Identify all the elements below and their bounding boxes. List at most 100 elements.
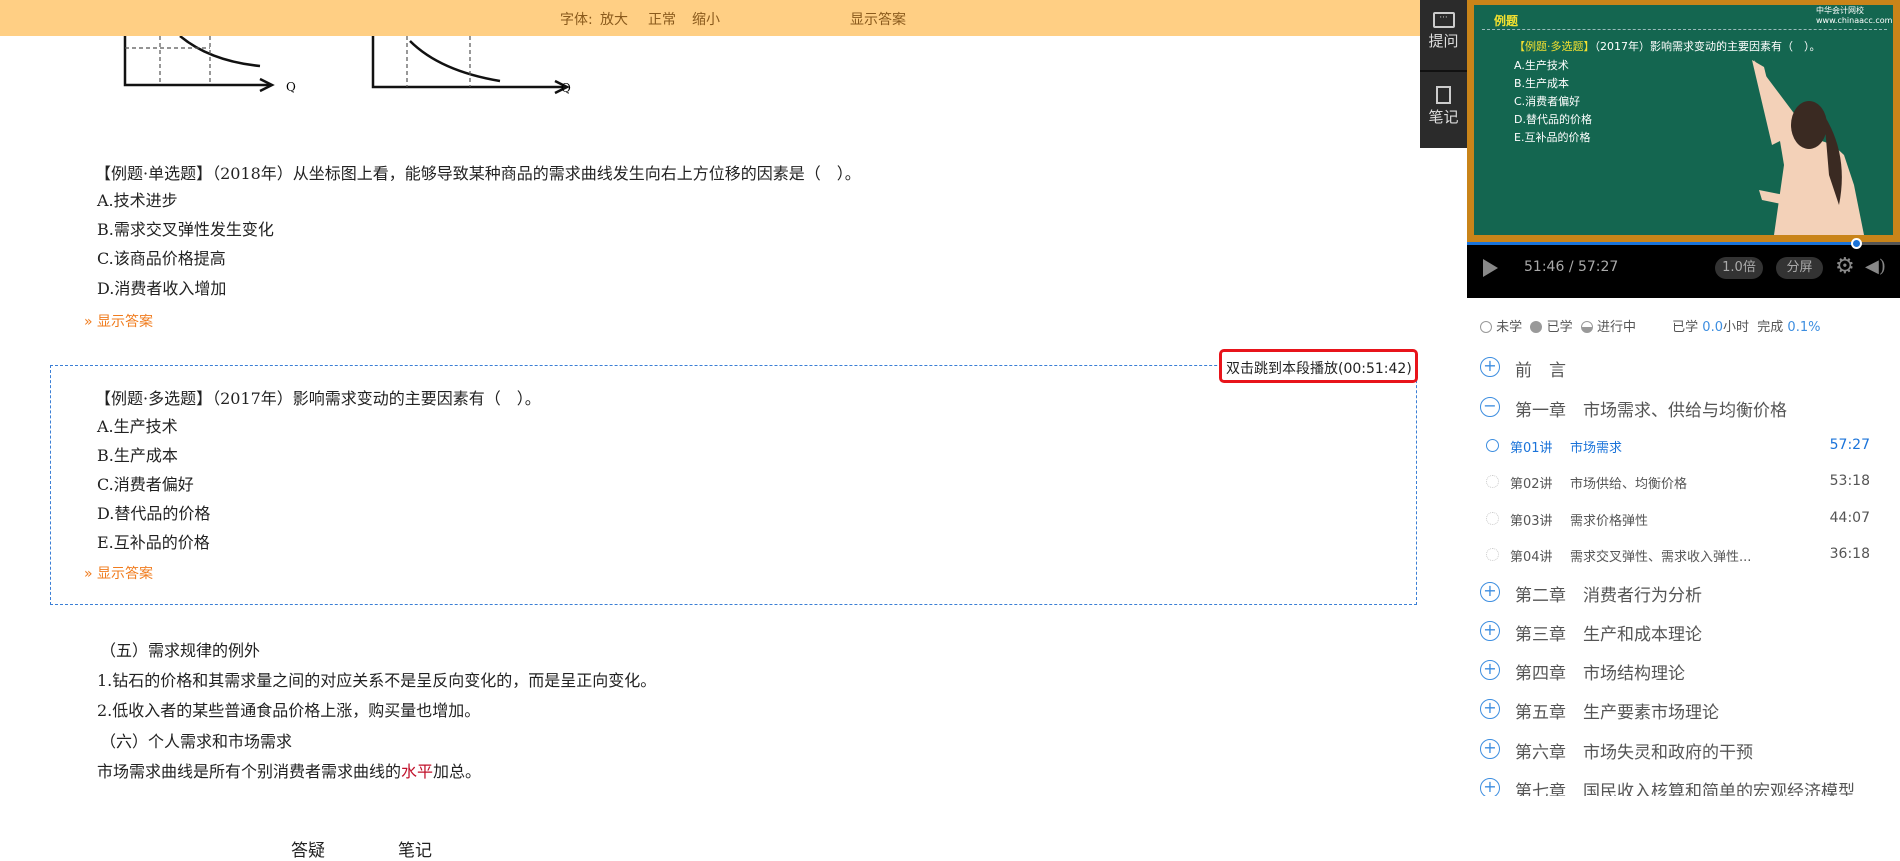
logo-text: 中华会计网校 <box>1816 6 1864 15</box>
tree-item-chapter[interactable]: 第六章 市场失灵和政府的干预 <box>1515 738 1753 763</box>
tree-item-chapter[interactable]: 第七章 国民收入核算和简单的宏观经济模型 <box>1515 777 1855 796</box>
volume-icon[interactable]: ◀) <box>1865 256 1886 277</box>
progress-legend: 未学 已学 进行中 已学 0.0小时 完成 0.1% <box>1480 316 1820 335</box>
tree-item-chapter[interactable]: 第二章 消费者行为分析 <box>1515 581 1702 606</box>
demand-graphs: Q Q <box>123 36 571 95</box>
ask-button[interactable]: ··· 提问 <box>1420 0 1467 72</box>
option: B.需求交叉弹性发生变化 <box>97 220 274 239</box>
play-icon[interactable] <box>1483 259 1498 277</box>
teacher-figure <box>1752 60 1864 235</box>
lecture-name: 市场需求 <box>1570 441 1623 456</box>
board-option: E.互补品的价格 <box>1514 131 1591 144</box>
notebook-icon <box>1436 86 1451 104</box>
text: 加总。 <box>433 762 482 781</box>
expand-icon[interactable]: + <box>1480 357 1500 377</box>
not-learned-icon <box>1486 475 1499 488</box>
expand-icon[interactable]: + <box>1480 699 1500 719</box>
option: C.消费者偏好 <box>97 475 194 494</box>
lecture-number: 第04讲 <box>1510 550 1553 565</box>
blackboard: 例题 中华会计网校 www.chinaacc.com 【例题·多选题】（2017年… <box>1474 5 1893 235</box>
studied-hours: 0.0 <box>1702 320 1723 335</box>
side-toolbar: ··· 提问 笔记 <box>1420 0 1467 148</box>
section-heading: （六）个人需求和市场需求 <box>100 732 293 751</box>
tree-item-chapter[interactable]: 第五章 生产要素市场理论 <box>1515 698 1719 723</box>
tree-item-chapter-1[interactable]: 第一章 市场需求、供给与均衡价格 <box>1515 396 1787 421</box>
option: D.消费者收入增加 <box>97 279 227 298</box>
expand-icon[interactable]: + <box>1480 660 1500 680</box>
tab-qa[interactable]: 答疑 <box>291 836 325 861</box>
question-title: 【例题·单选题】（2018年）从坐标图上看，能够导致某种商品的需求曲线发生向右上… <box>95 164 861 183</box>
lecture-item[interactable]: 第01讲 市场需求 57:27 <box>1510 437 1870 456</box>
section-text: 市场需求曲线是所有个别消费者需求曲线的水平加总。 <box>97 758 481 782</box>
lecture-number: 第02讲 <box>1510 477 1553 492</box>
in-progress-icon <box>1486 439 1499 452</box>
lecture-duration: 44:07 <box>1829 510 1870 526</box>
notes-button[interactable]: 笔记 <box>1420 74 1467 146</box>
lecture-number: 第01讲 <box>1510 441 1553 456</box>
collapse-icon[interactable]: − <box>1480 397 1500 417</box>
show-answer-link[interactable]: » 显示答案 <box>84 311 153 331</box>
lecture-duration: 53:18 <box>1829 473 1870 489</box>
show-all-answers-button[interactable]: 显示答案 <box>850 9 906 29</box>
board-title-tag: 【例题·多选题】 <box>1514 40 1595 53</box>
gear-icon[interactable]: ⚙ <box>1835 254 1855 279</box>
text: 市场需求曲线是所有个别消费者需求曲线的 <box>97 762 402 781</box>
lecture-duration: 57:27 <box>1829 437 1870 453</box>
board-option: B.生产成本 <box>1514 77 1570 90</box>
font-enlarge-button[interactable]: 放大 <box>600 9 628 29</box>
lecture-name: 需求价格弹性 <box>1570 514 1649 529</box>
lecture-item[interactable]: 第02讲 市场供给、均衡价格 53:18 <box>1510 473 1870 492</box>
not-learned-icon <box>1486 512 1499 525</box>
option: A.技术进步 <box>97 191 178 210</box>
progress-handle[interactable] <box>1850 238 1862 249</box>
jump-to-segment-tooltip[interactable]: 双击跳到本段播放(00:51:42) <box>1219 349 1418 383</box>
option: D.替代品的价格 <box>97 504 211 523</box>
logo-url: www.chinaacc.com <box>1816 16 1893 25</box>
logo: 中华会计网校 www.chinaacc.com <box>1816 5 1892 25</box>
section-heading: （五）需求规律的例外 <box>100 641 261 660</box>
tree-item-chapter[interactable]: 第三章 生产和成本理论 <box>1515 620 1702 645</box>
split-screen-button[interactable]: 分屏 <box>1776 257 1823 279</box>
option: A.生产技术 <box>97 417 178 436</box>
expand-icon[interactable]: + <box>1480 621 1500 641</box>
toolbar: 字体: 放大 正常 缩小 显示答案 <box>0 0 1420 36</box>
show-answer-link[interactable]: » 显示答案 <box>84 563 153 583</box>
expand-icon[interactable]: + <box>1480 778 1500 796</box>
tree-item-chapter[interactable]: 第四章 市场结构理论 <box>1515 659 1685 684</box>
board-option: D.替代品的价格 <box>1514 113 1592 126</box>
learned-icon <box>1530 321 1543 333</box>
option: C.该商品价格提高 <box>97 249 226 268</box>
expand-icon[interactable]: + <box>1480 739 1500 759</box>
time-display: 51:46 / 57:27 <box>1524 259 1618 275</box>
section-text: 2.低收入者的某些普通食品价格上涨，购买量也增加。 <box>97 701 481 720</box>
tab-notes[interactable]: 笔记 <box>398 836 432 861</box>
lecture-duration: 36:18 <box>1829 546 1870 562</box>
board-option: C.消费者偏好 <box>1514 95 1581 108</box>
speed-button[interactable]: 1.0倍 <box>1715 257 1763 279</box>
tree-clip: + 第七章 国民收入核算和简单的宏观经济模型 <box>1470 777 1890 796</box>
tree-item-preface[interactable]: 前 言 <box>1515 356 1566 381</box>
video-player[interactable]: 例题 中华会计网校 www.chinaacc.com 【例题·多选题】（2017年… <box>1467 0 1900 298</box>
option: E.互补品的价格 <box>97 533 210 552</box>
lecture-item[interactable]: 第04讲 需求交叉弹性、需求收入弹性... 36:18 <box>1510 546 1870 565</box>
chat-icon: ··· <box>1432 12 1455 28</box>
not-learned-label: 未学 <box>1496 320 1523 335</box>
learned-label: 已学 <box>1546 320 1573 335</box>
hours-unit: 小时 <box>1722 320 1749 335</box>
highlight-text: 水平 <box>401 762 434 781</box>
progress-fill <box>1467 242 1857 245</box>
time-separator: / <box>1568 259 1574 275</box>
font-normal-button[interactable]: 正常 <box>648 9 676 29</box>
axis-label-q: Q <box>561 81 571 95</box>
progress-track[interactable] <box>1467 242 1900 245</box>
notes-label: 笔记 <box>1428 108 1459 126</box>
expand-icon[interactable]: + <box>1480 582 1500 602</box>
studied-label: 已学 <box>1672 320 1699 335</box>
lecture-item[interactable]: 第03讲 需求价格弹性 44:07 <box>1510 510 1870 529</box>
axis-label-q: Q <box>286 80 296 94</box>
not-learned-icon <box>1480 321 1492 333</box>
font-shrink-button[interactable]: 缩小 <box>692 9 720 29</box>
lecture-name: 需求交叉弹性、需求收入弹性... <box>1570 550 1752 565</box>
ask-label: 提问 <box>1428 32 1459 50</box>
lecture-number: 第03讲 <box>1510 514 1553 529</box>
